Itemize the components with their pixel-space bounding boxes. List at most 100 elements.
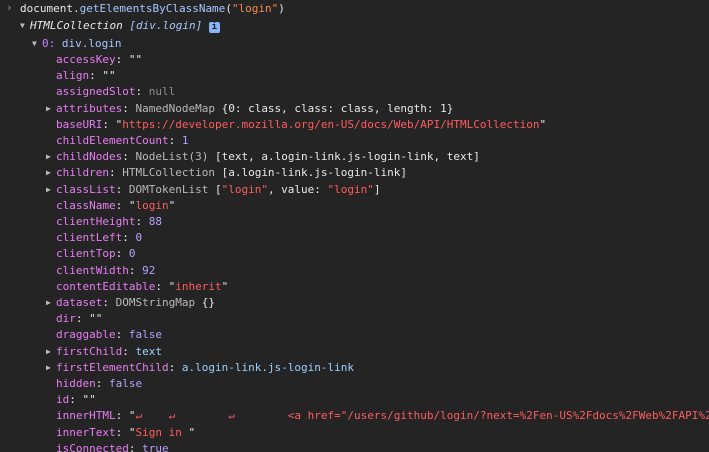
collapse-triangle-icon[interactable]: ▼: [20, 18, 30, 34]
property-key: clientHeight: [56, 215, 136, 228]
property-key: baseURI: [56, 117, 103, 131]
command-close-paren: ): [278, 2, 285, 15]
expand-triangle-icon[interactable]: ▶: [46, 295, 56, 311]
property-row-attributes[interactable]: ▶ attributes: NamedNodeMap {0: class, cla…: [46, 101, 709, 117]
property-key: accessKey: [56, 53, 116, 66]
command-open-paren: (: [225, 2, 232, 15]
property-row-childNodes[interactable]: ▶ childNodes: NodeList(3) [text, a.login-…: [46, 149, 709, 165]
expand-triangle-icon[interactable]: ▶: [46, 165, 56, 181]
property-key: childNodes: [56, 150, 123, 164]
property-type: DOMStringMap: [115, 296, 202, 309]
command-method: getElementsByClassName: [79, 2, 226, 15]
property-value: 88: [148, 215, 162, 228]
property-key: dir: [56, 312, 76, 326]
property-key: dataset: [56, 296, 103, 309]
property-key: childElementCount: [56, 134, 169, 147]
property-value: 1: [181, 134, 189, 147]
property-value: a.login-link.js-login-link: [181, 360, 355, 374]
property-key: classList: [56, 182, 116, 196]
property-type: DOMTokenList: [128, 182, 215, 196]
property-row-classList[interactable]: ▶ classList: DOMTokenList ["login", value…: [46, 182, 709, 198]
property-type: HTMLCollection: [122, 166, 222, 180]
property-value: 0: [128, 247, 136, 261]
property-row-accessKey: accessKey: "": [56, 53, 143, 66]
property-key: isConnected: [56, 441, 129, 452]
info-icon[interactable]: i: [208, 22, 220, 33]
property-key: hidden: [56, 377, 96, 390]
console-command[interactable]: document.getElementsByClassName("login"): [20, 1, 709, 17]
property-type: NamedNodeMap: [135, 101, 222, 115]
property-row-dataset[interactable]: ▶ dataset: DOMStringMap {}: [46, 295, 709, 311]
property-value: 0: [135, 231, 143, 245]
property-key: className: [56, 198, 116, 212]
collection-type: HTMLCollection: [30, 19, 123, 32]
property-row-clientTop: clientTop: 0: [56, 247, 136, 261]
property-key: draggable: [56, 328, 116, 342]
property-value: "https://developer.mozilla.org/en-US/doc…: [115, 117, 547, 131]
property-key: align: [56, 69, 90, 83]
property-row-draggable: draggable: false: [56, 328, 162, 342]
property-type: NodeList(3): [135, 150, 215, 164]
property-preview: [a.login-link.js-login-link]: [221, 166, 408, 180]
property-key: clientWidth: [56, 263, 129, 277]
property-row-hidden: hidden: false: [56, 377, 143, 390]
property-preview: {}: [201, 296, 215, 309]
collapse-triangle-icon[interactable]: ▼: [32, 36, 42, 52]
item-index: 0:: [42, 37, 56, 50]
item-0-header[interactable]: ▼ 0: div.login: [32, 36, 709, 52]
property-row-innerText: innerText: "Sign in ": [56, 425, 196, 439]
property-row-clientLeft: clientLeft: 0: [56, 231, 143, 245]
property-row-contentEditable: contentEditable: "inherit": [56, 279, 229, 293]
property-value: "": [82, 393, 96, 407]
property-row-firstChild[interactable]: ▶ firstChild: text: [46, 344, 709, 360]
property-key: id: [56, 393, 70, 407]
property-key: clientLeft: [56, 231, 123, 245]
property-key: innerText: [56, 425, 116, 439]
property-key: assignedSlot: [56, 85, 136, 99]
expand-triangle-icon[interactable]: ▶: [46, 344, 56, 360]
collection-preview: [div.login]: [129, 19, 203, 32]
property-preview: {0: class, class: class, length: 1}: [221, 101, 454, 115]
property-value: text: [135, 344, 162, 358]
command-argument: "login": [231, 2, 279, 15]
property-key: firstChild: [56, 344, 123, 358]
expand-triangle-icon[interactable]: ▶: [46, 101, 56, 117]
expand-triangle-icon[interactable]: ▶: [46, 360, 56, 376]
property-row-innerHTML: innerHTML: "↵ ↵ ↵ <a href="/users/github…: [46, 408, 709, 424]
property-row-isConnected: isConnected: true: [46, 441, 709, 452]
property-row-clientHeight: clientHeight: 88: [56, 215, 162, 228]
property-preview: ["login", value: "login"]: [214, 182, 381, 196]
property-value: null: [148, 85, 176, 99]
property-value: "": [102, 69, 116, 83]
property-row-assignedSlot: assignedSlot: null: [56, 85, 176, 99]
collection-header[interactable]: ▼ HTMLCollection [div.login] i: [20, 18, 709, 34]
property-key: firstElementChild: [56, 360, 169, 374]
property-row-firstElementChild[interactable]: ▶ firstElementChild: a.login-link.js-logi…: [46, 360, 709, 376]
property-value: "": [89, 312, 103, 326]
property-row-children[interactable]: ▶ children: HTMLCollection [a.login-link.…: [46, 165, 709, 181]
property-key: clientTop: [56, 247, 116, 261]
property-key: children: [56, 166, 109, 180]
property-value: "": [128, 53, 143, 66]
property-preview: [text, a.login-link.js-login-link, text]: [214, 150, 480, 164]
property-row-childElementCount: childElementCount: 1: [56, 134, 189, 147]
expand-triangle-icon[interactable]: ▶: [46, 182, 56, 198]
property-value: "inherit": [168, 279, 229, 293]
property-row-className: className: "login": [56, 198, 176, 212]
property-row-baseURI: baseURI: "https://developer.mozilla.org/…: [56, 117, 547, 131]
property-row-id: id: "": [56, 393, 96, 407]
item-value: div.login: [61, 37, 122, 50]
property-value: "↵ ↵ ↵ <a href="/users/github/login/?nex…: [128, 409, 709, 423]
property-value: true: [142, 441, 169, 452]
property-key: innerHTML: [56, 409, 116, 423]
property-value: false: [109, 377, 143, 390]
property-value: 92: [142, 263, 156, 277]
expand-triangle-icon[interactable]: ▶: [46, 149, 56, 165]
property-key: attributes: [56, 101, 123, 115]
property-row-align: align: "": [56, 69, 116, 83]
property-key: contentEditable: [56, 279, 156, 293]
prompt-chevron-icon: ›: [6, 1, 13, 14]
property-row-clientWidth: clientWidth: 92: [56, 263, 156, 277]
property-row-dir: dir: "": [56, 312, 103, 326]
property-value: "login": [128, 198, 176, 212]
